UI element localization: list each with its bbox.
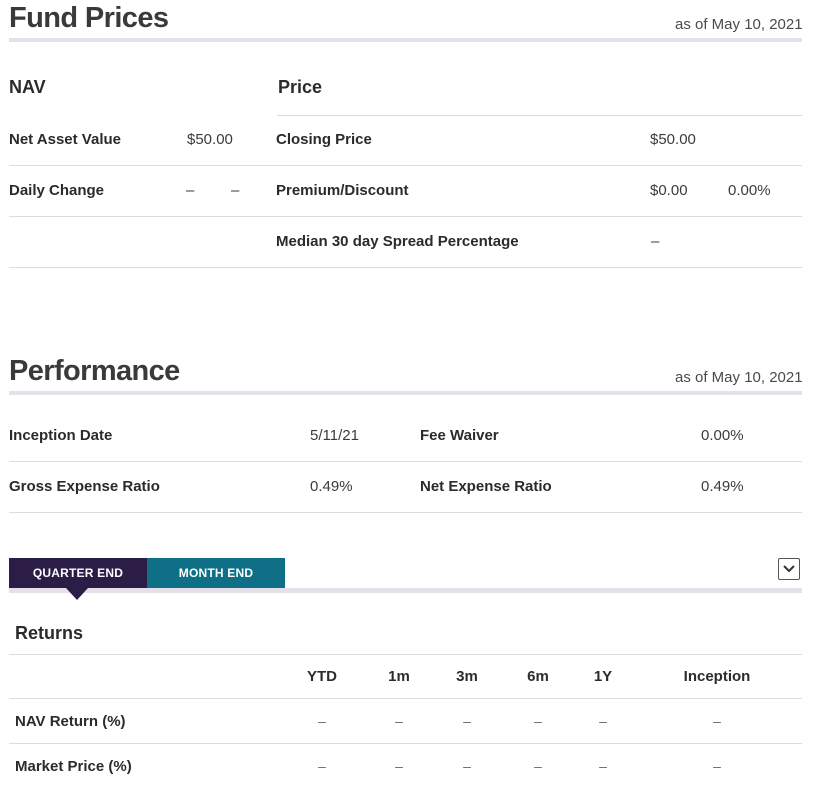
cell-value: – [318,758,326,774]
chevron-down-icon [783,565,795,573]
divider [9,216,802,217]
returns-title: Returns [15,623,84,643]
fee-waiver-label: Fee Waiver [420,427,499,444]
cell-value: – [534,758,542,774]
net-expense-ratio-label: Net Expense Ratio [420,478,552,495]
median-spread-value: – [651,233,660,250]
divider [9,461,802,462]
fund-prices-title-rule [9,38,802,42]
fee-waiver: 0.00% [701,427,744,444]
cell-value: – [395,713,403,729]
gross-expense-ratio-label: Gross Expense Ratio [9,478,160,495]
inception-date-label: Inception Date [9,427,113,444]
tab-quarter-end[interactable]: QUARTER END [9,558,147,588]
active-tab-caret-icon [66,588,88,600]
cell-value: – [599,758,607,774]
cell-value: – [318,713,326,729]
net-asset-value: $50.00 [187,131,233,148]
divider [9,267,802,268]
cell-value: – [713,713,721,729]
column-header: 3m [456,668,478,685]
cell-value: – [713,758,721,774]
column-header: YTD [307,668,337,685]
premium-discount-label: Premium/Discount [276,182,409,199]
cell-value: – [463,713,471,729]
fund-prices-title: Fund Prices [9,2,169,34]
gross-expense-ratio: 0.49% [310,478,353,495]
cell-value: – [534,713,542,729]
dropdown-button[interactable] [778,558,800,580]
fund-prices-as-of: as of May 10, 2021 [675,16,803,33]
premium-discount-value: $0.00 [650,182,688,199]
tab-month-end[interactable]: MONTH END [147,558,285,588]
column-header: 6m [527,668,549,685]
divider [9,512,802,513]
daily-change-value: – [186,182,195,199]
performance-title: Performance [9,355,180,387]
daily-change-percent: – [231,182,240,199]
daily-change-label: Daily Change [9,182,105,199]
cell-value: – [599,713,607,729]
closing-price: $50.00 [650,131,696,148]
cell-value: – [395,758,403,774]
cell-value: – [463,758,471,774]
column-header: Inception [683,668,751,685]
row-label: NAV Return (%) [15,713,126,730]
price-heading-divider [277,115,802,116]
column-header: 1m [388,668,410,685]
net-asset-value-label: Net Asset Value [9,131,121,148]
divider [9,654,802,655]
net-expense-ratio: 0.49% [701,478,744,495]
price-heading: Price [278,77,323,97]
tabs-rule [9,588,802,593]
premium-discount-percent: 0.00% [728,182,771,199]
performance-as-of: as of May 10, 2021 [675,369,803,386]
nav-heading: NAV [9,77,46,97]
row-label: Market Price (%) [15,758,132,775]
divider [9,165,802,166]
divider [9,698,802,699]
closing-price-label: Closing Price [276,131,372,148]
column-header: 1Y [593,668,613,685]
performance-title-rule [9,391,802,395]
inception-date: 5/11/21 [310,427,359,444]
median-spread-label: Median 30 day Spread Percentage [276,233,519,250]
divider [9,743,802,744]
